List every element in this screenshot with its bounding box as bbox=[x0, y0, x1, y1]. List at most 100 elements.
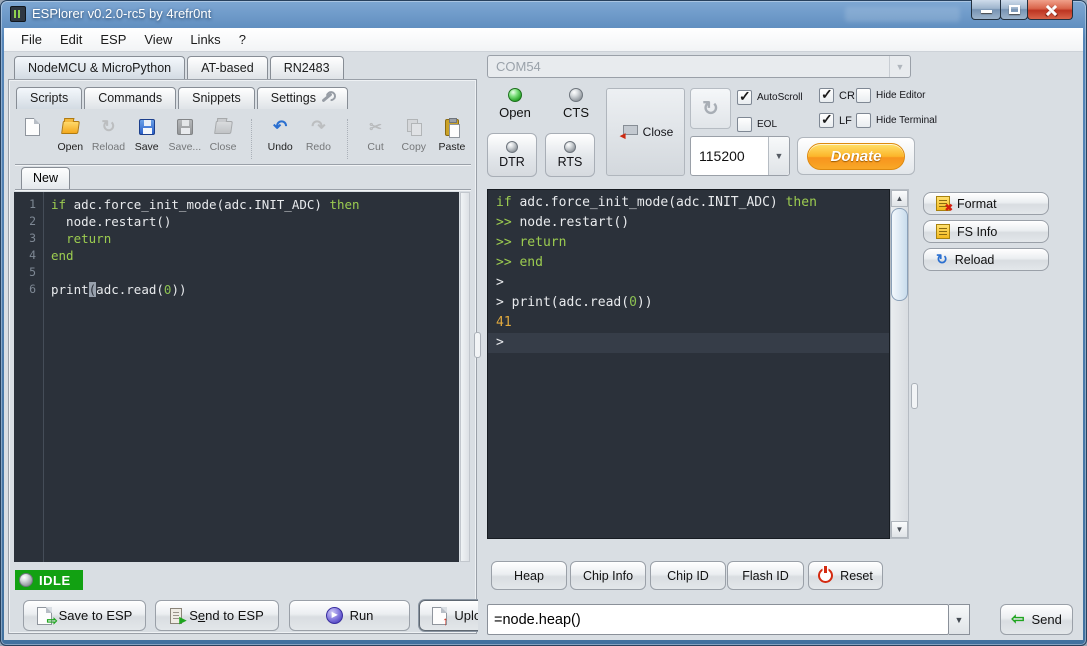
toolbar-save-button[interactable]: Save bbox=[128, 115, 166, 153]
heap-button[interactable]: Heap bbox=[491, 561, 567, 590]
checkbox-icon[interactable] bbox=[856, 113, 871, 128]
editor-line: if adc.force_init_mode(adc.INIT_ADC) the… bbox=[51, 196, 459, 213]
send-label: Send bbox=[1032, 612, 1062, 627]
sub-tab-settings[interactable]: Settings bbox=[257, 87, 348, 109]
dtr-led-icon bbox=[506, 141, 518, 153]
rts-label: RTS bbox=[558, 155, 583, 169]
run-button[interactable]: Run bbox=[289, 600, 410, 631]
lf-checkbox[interactable]: LF bbox=[819, 113, 852, 128]
chip-info-button[interactable]: Chip Info bbox=[570, 561, 646, 590]
menu-item-links[interactable]: Links bbox=[181, 30, 229, 49]
baud-rate-select[interactable]: 115200 ▼ bbox=[690, 136, 790, 176]
send-to-esp-button[interactable]: ▶Send to ESP bbox=[155, 600, 279, 631]
toolbar-undo-button[interactable]: ↶Undo bbox=[261, 115, 299, 153]
cr-label: CR bbox=[839, 90, 855, 102]
sub-tab-scripts[interactable]: Scripts bbox=[16, 87, 82, 109]
toolbar-save-as-button: Save... bbox=[166, 115, 204, 153]
checkbox-icon[interactable] bbox=[819, 113, 834, 128]
toolbar-paste-label: Paste bbox=[439, 141, 466, 153]
line-number: 4 bbox=[14, 247, 43, 264]
toolbar-paste-button[interactable]: Paste bbox=[433, 115, 471, 153]
run-play-icon bbox=[326, 607, 343, 624]
toolbar-reload-button: ↻Reload bbox=[89, 115, 127, 153]
command-history-dropdown[interactable]: ▼ bbox=[949, 604, 970, 635]
line-number: 5 bbox=[14, 264, 43, 281]
checkbox-icon[interactable] bbox=[737, 90, 752, 105]
cr-checkbox[interactable]: CR bbox=[819, 88, 855, 103]
hide-editor-label: Hide Editor bbox=[876, 90, 925, 101]
main-tab-rn2483[interactable]: RN2483 bbox=[270, 56, 344, 79]
sub-tab-commands[interactable]: Commands bbox=[84, 87, 176, 109]
line-number-gutter: 123456 bbox=[14, 192, 44, 562]
close-window-button[interactable] bbox=[1027, 0, 1073, 20]
clipboard-icon bbox=[445, 119, 459, 136]
reload-button[interactable]: ↻Reload bbox=[923, 248, 1049, 271]
tab-new-file[interactable]: New bbox=[21, 167, 70, 189]
close-port-button[interactable]: Close bbox=[606, 88, 685, 176]
page-icon bbox=[25, 118, 40, 136]
command-input[interactable] bbox=[487, 604, 949, 635]
serial-terminal[interactable]: if adc.force_init_mode(adc.INIT_ADC) the… bbox=[487, 189, 890, 539]
donate-label: Donate bbox=[831, 148, 882, 165]
dtr-button[interactable]: DTR bbox=[487, 133, 537, 177]
run-label: Run bbox=[350, 608, 374, 623]
chip-id-button[interactable]: Chip ID bbox=[650, 561, 726, 590]
checkbox-icon[interactable] bbox=[856, 88, 871, 103]
toolbar-copy-label: Copy bbox=[402, 141, 427, 153]
splitter-handle[interactable] bbox=[474, 332, 481, 358]
toolbar-new-button[interactable] bbox=[13, 115, 51, 141]
menu-item-view[interactable]: View bbox=[135, 30, 181, 49]
upload-button[interactable]: ↑Upload bbox=[419, 600, 478, 631]
floppy-icon bbox=[139, 119, 155, 135]
scrollbar-thumb[interactable] bbox=[891, 208, 908, 301]
sub-tab-snippets[interactable]: Snippets bbox=[178, 87, 255, 109]
scroll-down-button[interactable]: ▼ bbox=[891, 521, 908, 538]
upload-icon: ↑ bbox=[432, 607, 447, 625]
minimize-button[interactable] bbox=[971, 0, 1001, 20]
com-port-select[interactable]: COM54 ▼ bbox=[487, 55, 911, 78]
donate-button[interactable]: Donate bbox=[797, 137, 915, 175]
app-surface: NodeMCU & MicroPythonAT-basedRN2483 Scri… bbox=[4, 52, 1083, 640]
format-button[interactable]: ✖Format bbox=[923, 192, 1049, 215]
save-to-esp-button[interactable]: ⇨Save to ESP bbox=[23, 600, 146, 631]
toolbar-close-label: Close bbox=[210, 141, 237, 153]
chevron-down-icon[interactable]: ▼ bbox=[889, 56, 910, 77]
open-indicator[interactable]: Open bbox=[490, 88, 540, 120]
reset-button[interactable]: Reset bbox=[808, 561, 883, 590]
rts-button[interactable]: RTS bbox=[545, 133, 595, 177]
maximize-button[interactable] bbox=[1000, 0, 1028, 20]
minimize-icon bbox=[981, 10, 992, 13]
checkbox-icon[interactable] bbox=[737, 117, 752, 132]
editor-scrollbar[interactable] bbox=[460, 192, 470, 562]
refresh-ports-button[interactable]: ↻ bbox=[690, 88, 731, 129]
eol-checkbox[interactable]: EOL bbox=[737, 117, 777, 132]
main-tab-bar: NodeMCU & MicroPythonAT-basedRN2483 bbox=[14, 56, 346, 79]
main-tab-nodemcu-micropython[interactable]: NodeMCU & MicroPython bbox=[14, 56, 185, 79]
menu-item-edit[interactable]: Edit bbox=[51, 30, 91, 49]
hide-editor-checkbox[interactable]: Hide Editor bbox=[856, 88, 925, 103]
menu-item-esp[interactable]: ESP bbox=[91, 30, 135, 49]
app-icon bbox=[10, 6, 26, 22]
checkbox-icon[interactable] bbox=[819, 88, 834, 103]
menu-item-file[interactable]: File bbox=[12, 30, 51, 49]
editor-line: node.restart() bbox=[51, 213, 459, 230]
terminal-scrollbar[interactable]: ▲ ▼ bbox=[890, 189, 909, 539]
titlebar[interactable]: ESPlorer v0.2.0-rc5 by 4refr0nt bbox=[0, 0, 1087, 28]
hide-terminal-checkbox[interactable]: Hide Terminal bbox=[856, 113, 937, 128]
flash-id-button[interactable]: Flash ID bbox=[727, 561, 804, 590]
main-tab-at-based[interactable]: AT-based bbox=[187, 56, 268, 79]
menu-bar: FileEditESPViewLinks? bbox=[4, 28, 1083, 52]
save-esp-icon: ⇨ bbox=[37, 607, 52, 625]
autoscroll-checkbox[interactable]: AutoScroll bbox=[737, 90, 803, 105]
power-icon bbox=[818, 568, 833, 583]
line-number: 1 bbox=[14, 196, 43, 213]
code-editor[interactable]: 123456 if adc.force_init_mode(adc.INIT_A… bbox=[14, 192, 459, 562]
splitter-handle[interactable] bbox=[911, 383, 918, 409]
toolbar-open-button[interactable]: Open bbox=[51, 115, 89, 153]
chevron-down-icon[interactable]: ▼ bbox=[768, 137, 789, 175]
fs-info-button[interactable]: FS Info bbox=[923, 220, 1049, 243]
menu-item-[interactable]: ? bbox=[230, 30, 255, 49]
code-area[interactable]: if adc.force_init_mode(adc.INIT_ADC) the… bbox=[45, 192, 459, 562]
scroll-up-button[interactable]: ▲ bbox=[891, 190, 908, 207]
send-button[interactable]: ⇦ Send bbox=[1000, 604, 1073, 635]
